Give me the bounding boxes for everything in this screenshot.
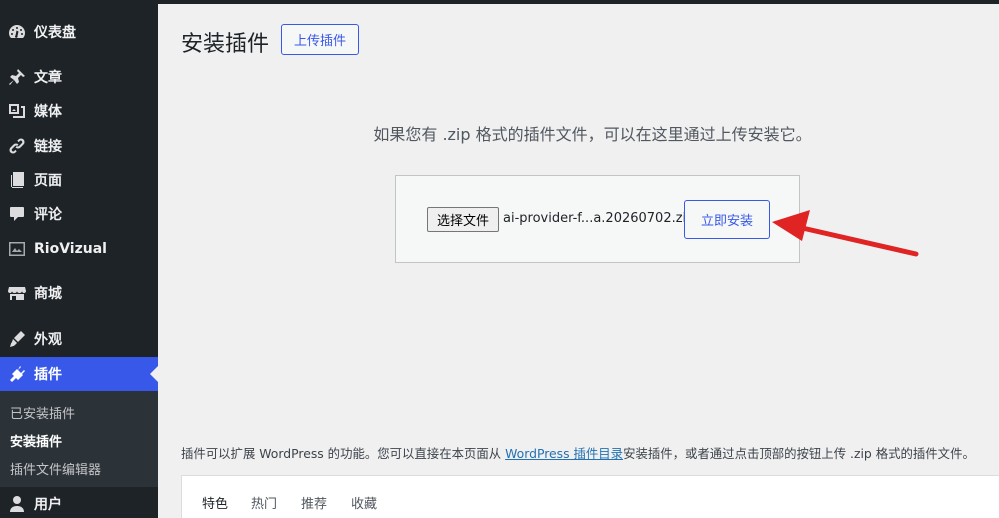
description-text-after: 安装插件，或者通过点击顶部的按钮上传 .zip 格式的插件文件。 — [623, 446, 975, 461]
sidebar-item-label: 页面 — [34, 173, 62, 189]
plugins-submenu: 已安装插件 安装插件 插件文件编辑器 — [0, 391, 158, 487]
riovizual-icon — [6, 238, 28, 260]
media-icon — [6, 100, 28, 122]
user-icon — [6, 493, 28, 515]
sidebar-item-pages[interactable]: 页面 — [0, 163, 158, 197]
upload-plugin-form: 选择文件 ai-provider-f...a.20260702.zip 立即安装 — [395, 175, 800, 263]
sidebar-item-label: 媒体 — [34, 104, 62, 120]
sidebar-item-label: 插件 — [34, 367, 62, 383]
appearance-icon — [6, 328, 28, 350]
plugin-directory-link[interactable]: WordPress 插件目录 — [505, 446, 623, 461]
description-text-before: 插件可以扩展 WordPress 的功能。您可以直接在本页面从 — [181, 446, 506, 461]
submenu-add-plugins[interactable]: 安装插件 — [10, 431, 62, 450]
sidebar-item-users[interactable]: 用户 — [0, 487, 158, 518]
page-icon — [6, 169, 28, 191]
pin-icon — [6, 66, 28, 88]
sidebar-item-label: 外观 — [34, 332, 62, 348]
filter-featured[interactable]: 特色 — [202, 493, 228, 512]
upload-help-text-content: 如果您有 .zip 格式的插件文件，可以在这里通过上传安装它。 — [373, 125, 812, 144]
filter-recommended[interactable]: 推荐 — [301, 493, 327, 512]
store-icon — [6, 282, 28, 304]
red-arrow-annotation — [772, 210, 919, 257]
submenu-installed-plugins[interactable]: 已安装插件 — [10, 403, 75, 422]
sidebar-item-comments[interactable]: 评论 — [0, 197, 158, 231]
sidebar-item-appearance[interactable]: 外观 — [0, 322, 158, 356]
plugin-icon — [6, 363, 28, 385]
sidebar-item-label: 评论 — [34, 207, 62, 223]
sidebar-item-store[interactable]: 商城 — [0, 276, 158, 310]
install-now-button[interactable]: 立即安装 — [684, 200, 770, 239]
choose-file-button[interactable]: 选择文件 — [427, 207, 499, 232]
plugins-description: 插件可以扩展 WordPress 的功能。您可以直接在本页面从 WordPres… — [181, 444, 975, 462]
upload-plugin-button[interactable]: 上传插件 — [281, 24, 359, 55]
sidebar-item-label: 商城 — [34, 286, 62, 302]
sidebar-item-label: 仪表盘 — [34, 25, 76, 41]
selected-file-name: ai-provider-f...a.20260702.zip — [503, 211, 695, 226]
sidebar-item-label: RioVizual — [34, 241, 107, 257]
comment-icon — [6, 203, 28, 225]
sidebar-item-dashboard[interactable]: 仪表盘 — [0, 15, 158, 49]
submenu-plugin-editor[interactable]: 插件文件编辑器 — [10, 459, 101, 478]
upload-help-text: 如果您有 .zip 格式的插件文件，可以在这里通过上传安装它。 — [0, 121, 999, 145]
page-title: 安装插件 — [181, 32, 270, 57]
admin-sidebar: 仪表盘 文章 媒体 链接 页面 评论 RioVizual 商城 外观 插件 已安… — [0, 0, 158, 518]
sidebar-item-label: 用户 — [34, 497, 62, 513]
filter-favorites[interactable]: 收藏 — [351, 493, 377, 512]
filter-popular[interactable]: 热门 — [251, 493, 277, 512]
dashboard-icon — [6, 21, 28, 43]
sidebar-item-label: 文章 — [34, 70, 62, 86]
plugin-filter-bar: 特色 热门 推荐 收藏 — [181, 475, 999, 518]
sidebar-item-plugins[interactable]: 插件 — [0, 357, 158, 391]
sidebar-item-riovizual[interactable]: RioVizual — [0, 232, 158, 266]
sidebar-item-posts[interactable]: 文章 — [0, 60, 158, 94]
